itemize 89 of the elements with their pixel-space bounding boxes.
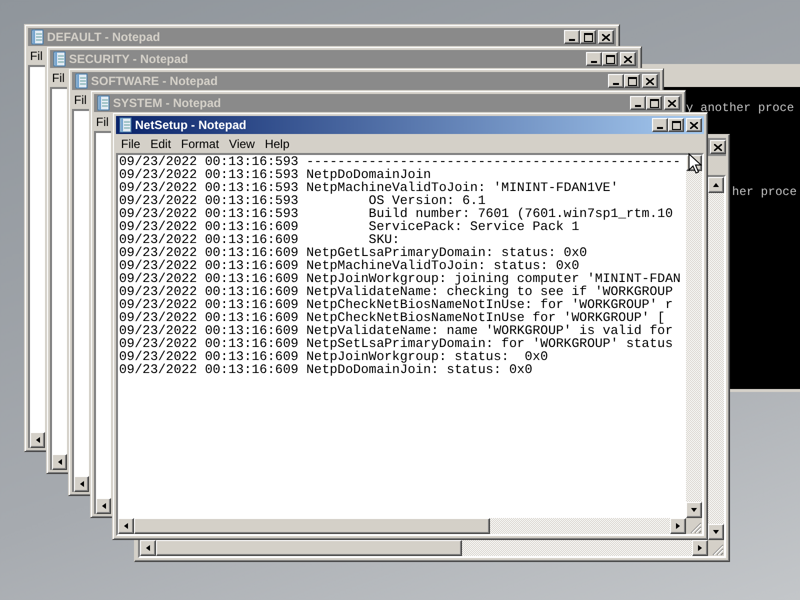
notepad-icon: [96, 95, 110, 111]
window-title: SYSTEM - Notepad: [113, 95, 222, 112]
log-line: 09/23/2022 00:13:16:593 OS Version: 6.1: [119, 194, 487, 207]
scroll-up-button[interactable]: [708, 177, 724, 193]
maximize-icon: [606, 54, 614, 64]
menu-item[interactable]: Fil: [72, 90, 87, 108]
down-arrow-icon: [712, 528, 720, 536]
close-icon: [690, 122, 698, 128]
maximize-button[interactable]: [646, 96, 662, 110]
left-arrow-icon: [100, 502, 108, 510]
scroll-right-button[interactable]: [692, 540, 708, 556]
log-line: 09/23/2022 00:13:16:593 Build number: 7601 (7601.win7sp1_rtm.10: [119, 207, 674, 220]
window-title: SECURITY - Notepad: [69, 51, 188, 68]
up-arrow-icon: [712, 181, 720, 189]
notepad-icon: [52, 51, 66, 67]
minimize-button[interactable]: [608, 74, 624, 88]
close-icon: [646, 78, 654, 84]
minimize-button[interactable]: [652, 118, 668, 132]
maximize-icon: [584, 32, 592, 42]
minimize-button[interactable]: [586, 52, 602, 66]
close-icon: [624, 56, 632, 62]
right-arrow-icon: [674, 522, 682, 530]
log-line: 09/23/2022 00:13:16:609 NetpMachineValidToJoin: status: 0x0: [119, 259, 580, 272]
console-text: her proce: [732, 186, 798, 199]
scroll-left-button[interactable]: [74, 476, 89, 492]
maximize-icon: [628, 76, 636, 86]
maximize-button[interactable]: [668, 118, 684, 132]
window-title: SOFTWARE - Notepad: [91, 73, 218, 90]
log-line: 09/23/2022 00:13:16:609 NetpSetLsaPrimaryDomain: for 'WORKGROUP' status: [119, 337, 674, 350]
maximize-button[interactable]: [602, 52, 618, 66]
log-line: 09/23/2022 00:13:16:609 NetpValidateName: name 'WORKGROUP' is valid for: [119, 324, 674, 337]
scroll-left-button[interactable]: [96, 498, 111, 514]
left-arrow-icon: [56, 458, 64, 466]
window-title: NetSetup - Notepad: [135, 117, 246, 134]
log-line: 09/23/2022 00:13:16:609 SKU:: [119, 233, 400, 246]
close-button[interactable]: [686, 118, 702, 132]
close-button[interactable]: [710, 140, 726, 154]
minimize-button[interactable]: [630, 96, 646, 110]
log-line: 09/23/2022 00:13:16:593 NetpDoDomainJoin: [119, 168, 432, 181]
maximize-icon: [672, 120, 680, 130]
left-arrow-icon: [34, 436, 42, 444]
menu-item[interactable]: Fil: [94, 112, 109, 130]
log-line: 09/23/2022 00:13:16:609 NetpGetLsaPrimaryDomain: status: 0x0: [119, 246, 588, 259]
scroll-down-button[interactable]: [686, 502, 702, 518]
menu-item[interactable]: Format: [176, 134, 224, 152]
scroll-right-button[interactable]: [670, 518, 686, 534]
close-icon: [602, 34, 610, 40]
scroll-left-button[interactable]: [118, 518, 134, 534]
notepad-icon: [74, 73, 88, 89]
log-line: 09/23/2022 00:13:16:609 NetpValidateName: checking to see if 'WORKGROUP: [119, 285, 674, 298]
menu-item[interactable]: Edit: [145, 134, 176, 152]
notepad-icon: [118, 117, 132, 133]
close-button[interactable]: [642, 74, 658, 88]
log-line: 09/23/2022 00:13:16:609 NetpCheckNetBiosNameNotInUse: for 'WORKGROUP' r: [119, 298, 674, 311]
menu-item[interactable]: Help: [260, 134, 295, 152]
menu-item[interactable]: View: [224, 134, 260, 152]
log-line: 09/23/2022 00:13:16:593 NetpMachineValidToJoin: 'MININT-FDAN1VE': [119, 181, 620, 194]
maximize-button[interactable]: [580, 30, 596, 44]
close-button[interactable]: [664, 96, 680, 110]
left-arrow-icon: [122, 522, 130, 530]
menu-item[interactable]: File: [116, 134, 146, 152]
log-line: 09/23/2022 00:13:16:593 ------------------------------------------------: [119, 155, 682, 168]
log-line: 09/23/2022 00:13:16:609 NetpJoinWorkgroup: status: 0x0: [119, 350, 550, 363]
scroll-left-button[interactable]: [52, 454, 67, 470]
scroll-down-button[interactable]: [708, 524, 724, 540]
size-grip-icon: [686, 518, 702, 534]
minimize-button[interactable]: [564, 30, 580, 44]
log-line: 09/23/2022 00:13:16:609 NetpDoDomainJoin: status: 0x0: [119, 363, 534, 376]
notepad-icon: [30, 29, 44, 45]
right-arrow-icon: [696, 544, 704, 552]
left-arrow-icon: [78, 480, 86, 488]
log-line: 09/23/2022 00:13:16:609 ServicePack: Service Pack 1: [119, 220, 580, 233]
window-title: DEFAULT - Notepad: [47, 29, 160, 46]
close-icon: [714, 144, 722, 150]
left-arrow-icon: [144, 544, 152, 552]
close-icon: [668, 100, 676, 106]
scroll-left-button[interactable]: [30, 432, 45, 448]
scroll-thumb[interactable]: [134, 518, 490, 534]
maximize-icon: [650, 98, 658, 108]
maximize-button[interactable]: [624, 74, 640, 88]
log-line: 09/23/2022 00:13:16:609 NetpCheckNetBiosNameNotInUse for 'WORKGROUP' [: [119, 311, 666, 324]
down-arrow-icon: [690, 506, 698, 514]
scroll-left-button[interactable]: [140, 540, 156, 556]
scroll-thumb[interactable]: [156, 540, 462, 556]
close-button[interactable]: [598, 30, 614, 44]
menu-item[interactable]: Fil: [28, 46, 43, 64]
close-button[interactable]: [620, 52, 636, 66]
menu-item[interactable]: Fil: [50, 68, 65, 86]
log-line: 09/23/2022 00:13:16:609 NetpJoinWorkgroup: joining computer 'MININT-FDAN: [119, 272, 682, 285]
